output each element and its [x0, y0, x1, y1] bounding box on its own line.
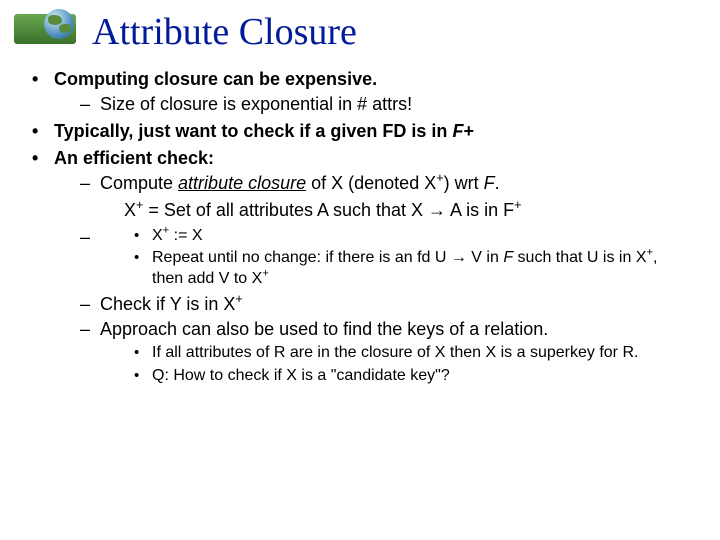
- arrow-icon: →: [428, 200, 446, 220]
- closure-definition: X + = Set of all attributes A such that X…: [78, 199, 692, 222]
- keys-superkey: If all attributes of R are in the closur…: [134, 343, 692, 363]
- globe-logo-icon: [14, 6, 76, 50]
- efficient-check-text: An efficient check:: [54, 148, 214, 168]
- alg2-f: F: [503, 249, 513, 266]
- bullet-expensive-text: Computing closure can be expensive.: [54, 69, 377, 89]
- check-sup: +: [235, 292, 242, 306]
- keys-candidate-q: Q: How to check if X is a "candidate key…: [134, 366, 692, 386]
- algorithm-block: X+ := X Repeat until no change: if there…: [80, 226, 692, 289]
- sub-compute: Compute attribute closure of X (denoted …: [80, 172, 692, 195]
- eq-txt: = Set of all attributes A such that X: [143, 200, 428, 220]
- arrow-icon: →: [451, 249, 467, 266]
- typically-pre: Typically, just want to check if a given…: [54, 121, 452, 141]
- eq-tail-sup: +: [514, 198, 521, 212]
- slide-title: Attribute Closure: [92, 12, 692, 54]
- compute-f: F: [484, 173, 495, 193]
- check-pre: Check if Y is in X: [100, 294, 235, 314]
- alg2-pre: Repeat until no change: if there is an f…: [152, 249, 451, 266]
- alg2-mid: V in: [467, 249, 503, 266]
- compute-mid: of X (denoted X: [306, 173, 436, 193]
- alg-init: X+ := X: [134, 226, 692, 246]
- compute-end: .: [495, 173, 500, 193]
- eq-tail: A is in F: [446, 200, 514, 220]
- compute-post: ) wrt: [444, 173, 484, 193]
- alg2-sup2: +: [262, 268, 269, 280]
- eq-x: X: [124, 200, 136, 220]
- alg2-post: such that U is in X: [513, 249, 646, 266]
- sub-approach: Approach can also be used to find the ke…: [80, 318, 692, 386]
- bullet-typically: Typically, just want to check if a given…: [30, 120, 692, 143]
- alg1-x: X: [152, 227, 163, 244]
- compute-attr-closure: attribute closure: [178, 173, 306, 193]
- slide: Attribute Closure Computing closure can …: [0, 0, 720, 540]
- compute-sup: +: [436, 171, 443, 185]
- compute-pre: Compute: [100, 173, 178, 193]
- typically-f: F: [452, 121, 463, 141]
- sub-check-y: Check if Y is in X+: [80, 293, 692, 316]
- alg1-txt: := X: [169, 227, 202, 244]
- bullet-efficient-check: An efficient check: Compute attribute cl…: [30, 147, 692, 387]
- alg-repeat: Repeat until no change: if there is an f…: [134, 248, 692, 289]
- sub-exponential: Size of closure is exponential in # attr…: [80, 93, 692, 116]
- bullet-expensive: Computing closure can be expensive. Size…: [30, 68, 692, 116]
- approach-text: Approach can also be used to find the ke…: [100, 319, 548, 339]
- typically-plus: +: [463, 121, 474, 141]
